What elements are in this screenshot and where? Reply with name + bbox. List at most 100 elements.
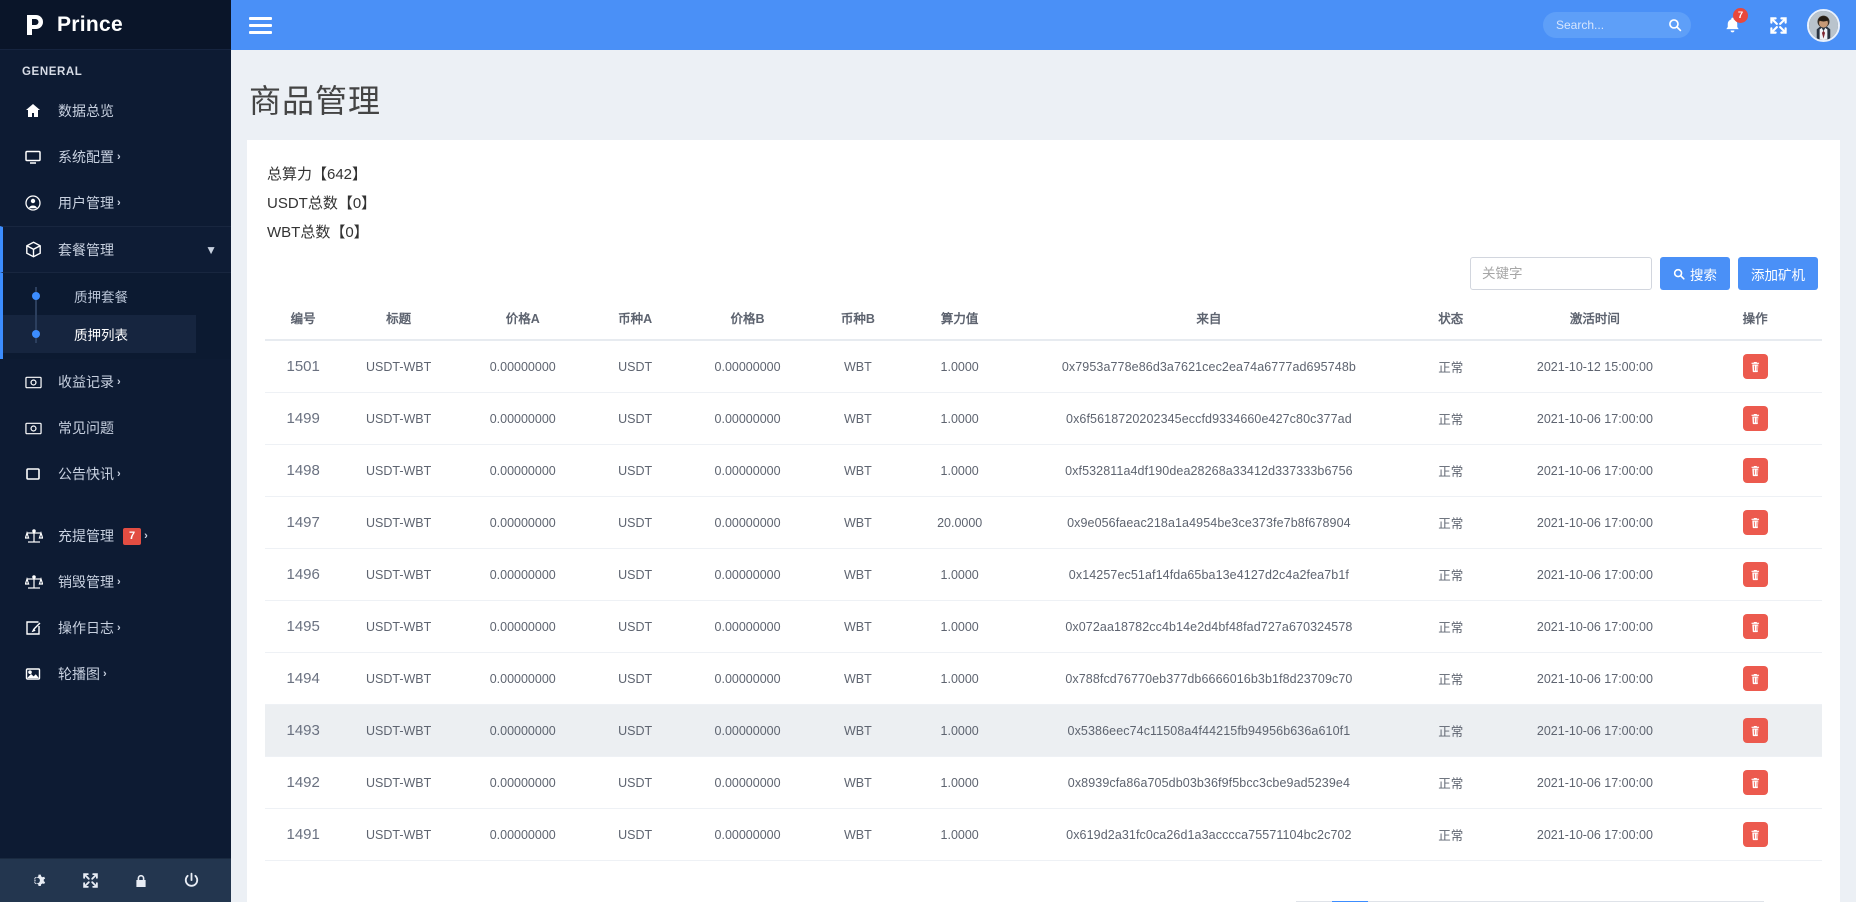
table-row[interactable]: 1495USDT-WBT0.00000000USDT0.00000000WBT1…: [265, 601, 1822, 653]
cell-operation: [1688, 757, 1822, 809]
delete-button[interactable]: [1743, 822, 1768, 847]
trash-icon: [1749, 569, 1761, 581]
keyword-input[interactable]: [1470, 257, 1652, 290]
sidebar-item-operation-log[interactable]: 操作日志 ›: [0, 605, 231, 651]
cell-activated-at: 2021-10-06 17:00:00: [1502, 497, 1689, 549]
sidebar-subitem-pledge-list[interactable]: 质押列表: [3, 315, 196, 353]
column-header-activated[interactable]: 激活时间: [1502, 298, 1689, 340]
topbar: 7: [231, 0, 1856, 50]
sidebar-item-package-management[interactable]: 套餐管理 ▼: [0, 226, 231, 273]
chevron-right-icon: ›: [117, 197, 121, 209]
search-input[interactable]: [1543, 12, 1691, 38]
sidebar-item-announcements[interactable]: 公告快讯 ›: [0, 451, 231, 497]
fullscreen-button[interactable]: [1761, 8, 1795, 42]
table-row[interactable]: 1494USDT-WBT0.00000000USDT0.00000000WBT1…: [265, 653, 1822, 705]
cell-title: USDT-WBT: [341, 340, 456, 393]
sidebar-subitem-pledge-package[interactable]: 质押套餐: [3, 277, 231, 315]
avatar[interactable]: [1807, 9, 1840, 42]
hamburger-bar: [249, 24, 272, 27]
delete-button[interactable]: [1743, 614, 1768, 639]
trash-icon: [1749, 361, 1761, 373]
table-row[interactable]: 1491USDT-WBT0.00000000USDT0.00000000WBT1…: [265, 809, 1822, 861]
brand-logo-area[interactable]: Prince: [0, 0, 231, 50]
cell-coin-a: USDT: [590, 549, 681, 601]
cell-operation: [1688, 549, 1822, 601]
sidebar-item-label: 充提管理: [58, 526, 114, 546]
cell-status: 正常: [1400, 340, 1502, 393]
sidebar-item-label: 收益记录: [58, 372, 114, 392]
stat-usdt-total: USDT总数【0】: [267, 189, 1822, 218]
nav-gap: [0, 497, 231, 513]
cell-status: 正常: [1400, 809, 1502, 861]
column-header-status[interactable]: 状态: [1400, 298, 1502, 340]
sidebar-item-label: 销毁管理: [58, 572, 114, 592]
column-header-id[interactable]: 编号: [265, 298, 341, 340]
column-header-from[interactable]: 来自: [1018, 298, 1400, 340]
user-circle-icon: [25, 195, 47, 211]
column-header-title[interactable]: 标题: [341, 298, 456, 340]
cell-hashrate: 1.0000: [901, 393, 1018, 445]
gear-icon[interactable]: [23, 866, 55, 896]
sidebar-item-destroy-management[interactable]: 销毁管理 ›: [0, 559, 231, 605]
trash-icon: [1749, 413, 1761, 425]
delete-button[interactable]: [1743, 718, 1768, 743]
delete-button[interactable]: [1743, 406, 1768, 431]
delete-button[interactable]: [1743, 562, 1768, 587]
sidebar-item-deposit-withdraw[interactable]: 充提管理 7 ›: [0, 513, 231, 559]
table-row[interactable]: 1492USDT-WBT0.00000000USDT0.00000000WBT1…: [265, 757, 1822, 809]
chevron-right-icon: ›: [117, 622, 121, 634]
search-button[interactable]: 搜索: [1660, 257, 1730, 290]
column-header-coin-b[interactable]: 币种B: [814, 298, 901, 340]
table-row[interactable]: 1497USDT-WBT0.00000000USDT0.00000000WBT2…: [265, 497, 1822, 549]
add-miner-button[interactable]: 添加矿机: [1738, 257, 1818, 290]
chevron-right-icon: ›: [117, 376, 121, 388]
content-panel: 总算力【642】 USDT总数【0】 WBT总数【0】 搜索 添加矿机: [247, 140, 1840, 902]
column-header-hashrate[interactable]: 算力值: [901, 298, 1018, 340]
chevron-right-icon: ›: [144, 530, 148, 542]
delete-button[interactable]: [1743, 666, 1768, 691]
trash-icon: [1749, 829, 1761, 841]
delete-button[interactable]: [1743, 458, 1768, 483]
sidebar-nav: GENERAL 数据总览 系统配置 ›: [0, 50, 231, 858]
column-header-price-a[interactable]: 价格A: [456, 298, 590, 340]
power-icon[interactable]: [176, 866, 208, 896]
sidebar-item-income-records[interactable]: 收益记录 ›: [0, 359, 231, 405]
table-row[interactable]: 1499USDT-WBT0.00000000USDT0.00000000WBT1…: [265, 393, 1822, 445]
column-header-operation[interactable]: 操作: [1688, 298, 1822, 340]
delete-button[interactable]: [1743, 510, 1768, 535]
stat-total-hashrate: 总算力【642】: [267, 160, 1822, 189]
hamburger-icon[interactable]: [231, 0, 289, 50]
delete-button[interactable]: [1743, 354, 1768, 379]
box-icon: [25, 241, 47, 258]
table-row[interactable]: 1498USDT-WBT0.00000000USDT0.00000000WBT1…: [265, 445, 1822, 497]
table-row[interactable]: 1501USDT-WBT0.00000000USDT0.00000000WBT1…: [265, 340, 1822, 393]
cell-status: 正常: [1400, 601, 1502, 653]
lock-icon[interactable]: [125, 866, 157, 896]
cell-coin-a: USDT: [590, 497, 681, 549]
cell-price-b: 0.00000000: [681, 393, 815, 445]
cell-coin-b: WBT: [814, 497, 901, 549]
cell-price-b: 0.00000000: [681, 340, 815, 393]
table-row[interactable]: 1493USDT-WBT0.00000000USDT0.00000000WBT1…: [265, 705, 1822, 757]
sidebar-item-carousel[interactable]: 轮播图 ›: [0, 651, 231, 697]
notifications-button[interactable]: 7: [1715, 8, 1749, 42]
sidebar-item-label: 用户管理: [58, 193, 114, 213]
cell-coin-a: USDT: [590, 809, 681, 861]
sidebar-item-dashboard[interactable]: 数据总览: [0, 88, 231, 134]
cell-price-a: 0.00000000: [456, 705, 590, 757]
image-icon: [25, 666, 47, 682]
cell-coin-b: WBT: [814, 445, 901, 497]
table-row[interactable]: 1496USDT-WBT0.00000000USDT0.00000000WBT1…: [265, 549, 1822, 601]
column-header-price-b[interactable]: 价格B: [681, 298, 815, 340]
column-header-coin-a[interactable]: 币种A: [590, 298, 681, 340]
sidebar-item-user-management[interactable]: 用户管理 ›: [0, 180, 231, 226]
expand-arrows-icon[interactable]: [74, 866, 106, 896]
money-icon: [25, 374, 47, 391]
cell-coin-b: WBT: [814, 653, 901, 705]
sidebar-item-faq[interactable]: 常见问题: [0, 405, 231, 451]
delete-button[interactable]: [1743, 770, 1768, 795]
sidebar-item-system-config[interactable]: 系统配置 ›: [0, 134, 231, 180]
cell-hashrate: 1.0000: [901, 809, 1018, 861]
sidebar-item-label: 系统配置: [58, 147, 114, 167]
money-icon: [25, 420, 47, 437]
